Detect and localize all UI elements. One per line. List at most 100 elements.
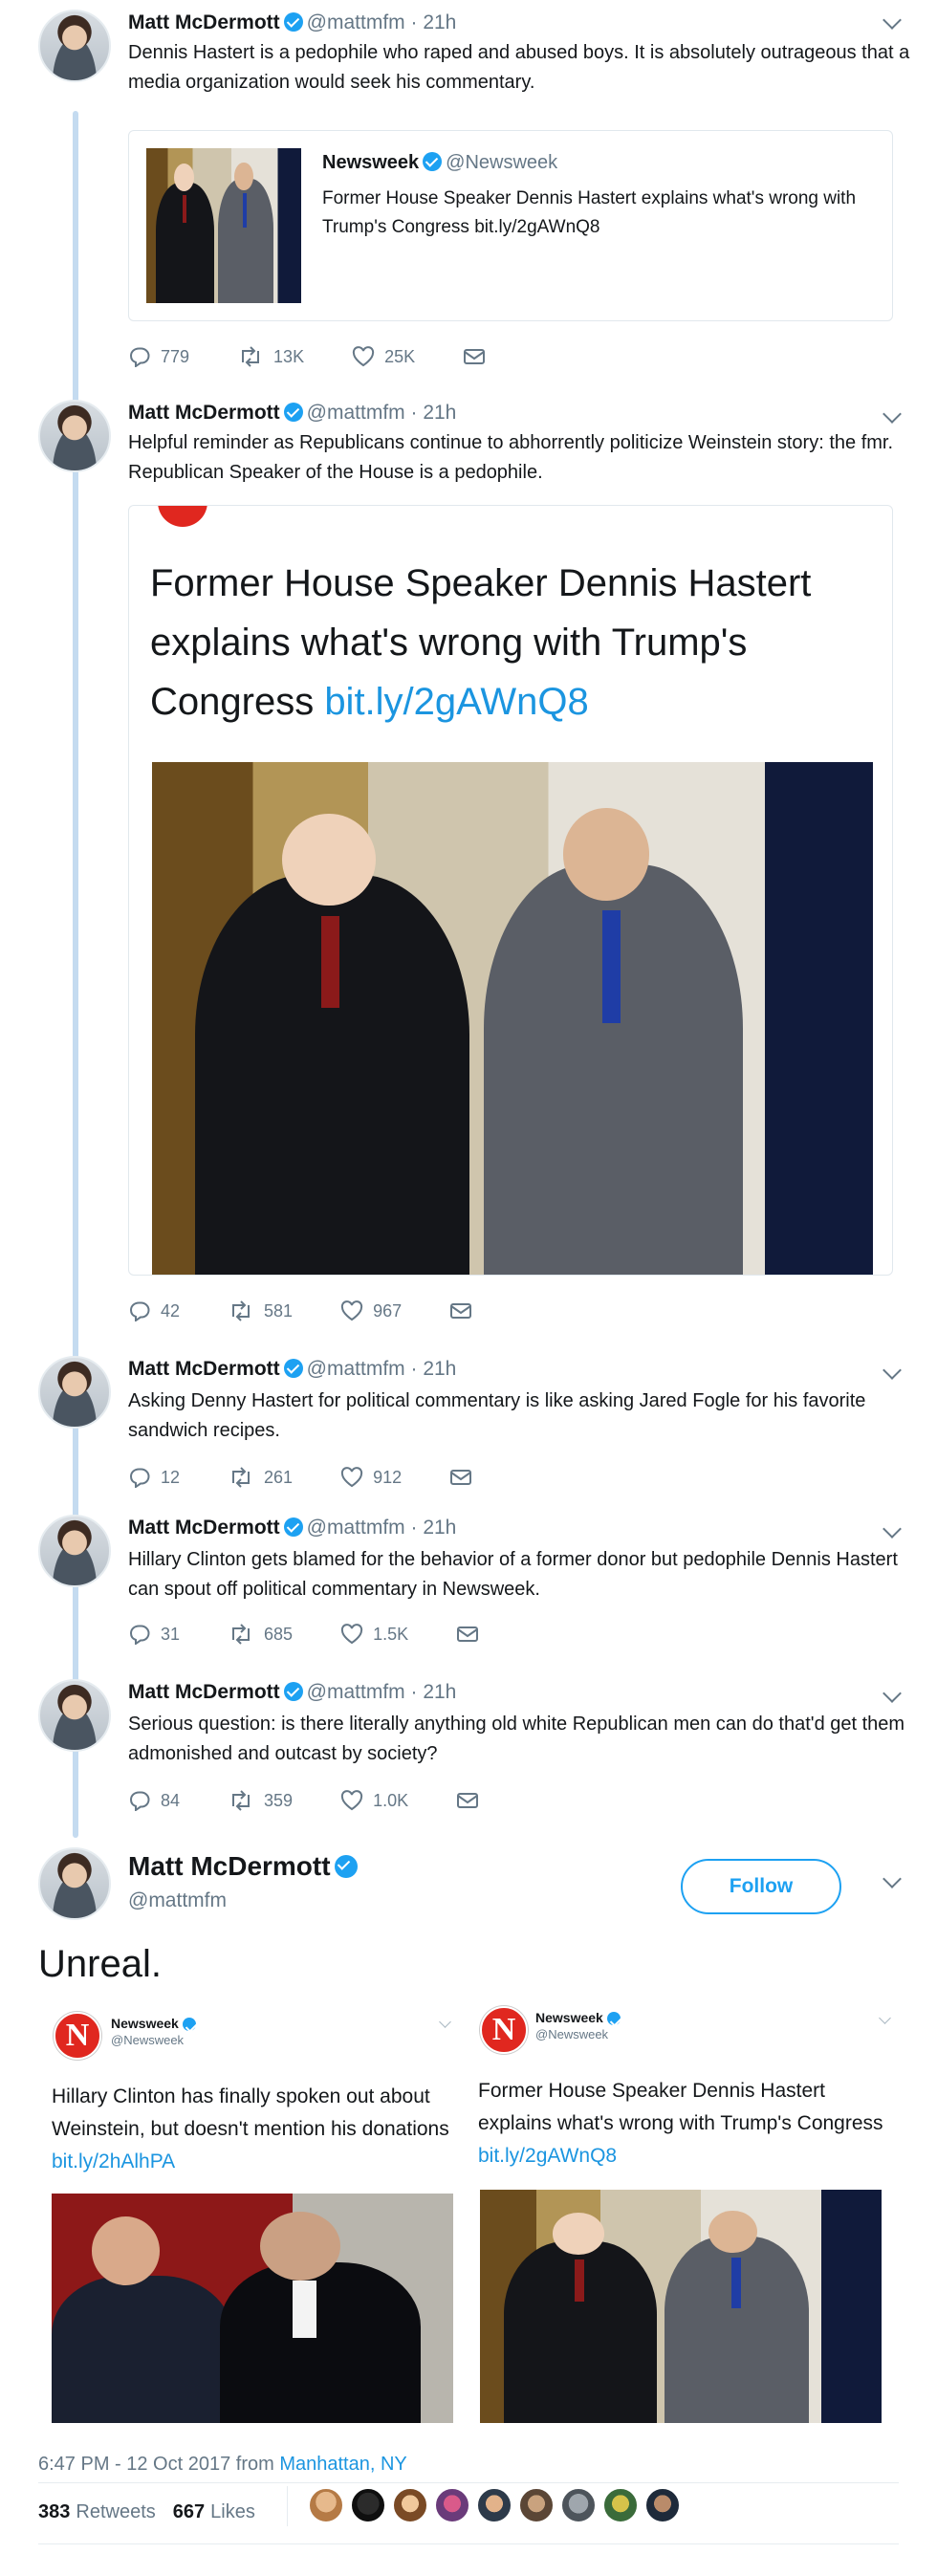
author-name[interactable]: Matt McDermott	[128, 402, 280, 424]
chevron-down-icon[interactable]	[883, 11, 902, 30]
retweet-button[interactable]: 581	[228, 1300, 293, 1321]
tweet-time[interactable]: · 21h	[411, 1358, 457, 1380]
tweet-time[interactable]: · 21h	[411, 1681, 457, 1703]
reply-icon	[129, 1301, 150, 1321]
message-button[interactable]	[449, 1301, 482, 1321]
card-link[interactable]: bit.ly/2gAWnQ8	[324, 681, 588, 723]
likes-label: Likes	[210, 2501, 255, 2522]
likes-stat[interactable]: 667 Likes	[173, 2501, 255, 2523]
reply-icon	[129, 1468, 150, 1488]
tweet-actions: 84 359 1.0K	[128, 1790, 536, 1811]
follow-button[interactable]: Follow	[681, 1859, 841, 1914]
quoted-author-name: Newsweek	[322, 152, 420, 173]
like-button[interactable]: 967	[340, 1300, 402, 1321]
like-count: 25K	[384, 346, 416, 366]
retweet-button[interactable]: 13K	[237, 346, 304, 367]
quoted-tweet[interactable]: Newsweek @Newsweek Former House Speaker D…	[128, 130, 893, 321]
liker-avatar[interactable]	[392, 2487, 428, 2523]
avatar[interactable]	[38, 10, 111, 82]
embed-author-handle: @Newsweek	[111, 2033, 185, 2047]
reply-button[interactable]: 12	[128, 1467, 180, 1488]
tweet-header: Matt McDermott @mattmfm · 21h	[128, 1517, 456, 1539]
author-handle[interactable]: @mattmfm	[307, 1681, 405, 1703]
reply-count: 12	[161, 1467, 181, 1487]
embed-link[interactable]: bit.ly/2gAWnQ8	[478, 2145, 617, 2167]
tweet-text: Dennis Hastert is a pedophile who raped …	[128, 42, 910, 93]
chevron-down-icon[interactable]	[883, 1519, 902, 1539]
retweet-count: 13K	[273, 346, 305, 366]
tweet-time[interactable]: · 21h	[411, 402, 457, 424]
author-name[interactable]: Matt McDermott	[128, 1681, 280, 1703]
embedded-tweet-right[interactable]: N Newsweek @Newsweek Former House Speake…	[474, 2002, 899, 2423]
liker-avatar[interactable]	[476, 2487, 512, 2523]
like-count: 912	[373, 1467, 403, 1487]
embed-link[interactable]: bit.ly/2hAlhPA	[52, 2150, 175, 2172]
verified-icon	[334, 1855, 358, 1878]
like-button[interactable]: 912	[340, 1467, 402, 1488]
author-name[interactable]: Matt McDermott	[128, 11, 280, 33]
chevron-down-icon[interactable]	[883, 1361, 902, 1380]
author-name[interactable]: Matt McDermott	[128, 1517, 280, 1539]
author-name[interactable]: Matt McDermott	[128, 1358, 280, 1380]
tweet-time[interactable]: · 21h	[411, 1517, 457, 1539]
avatar[interactable]	[38, 1515, 111, 1587]
chevron-down-icon[interactable]	[883, 1869, 902, 1888]
location-link[interactable]: Manhattan, NY	[279, 2454, 406, 2475]
message-button[interactable]	[456, 1791, 489, 1810]
message-button[interactable]	[456, 1625, 489, 1644]
retweet-button[interactable]: 261	[228, 1467, 293, 1488]
reply-icon	[129, 1625, 150, 1645]
main-avatar[interactable]	[38, 1847, 111, 1920]
tweet-time[interactable]: · 21h	[411, 11, 457, 33]
avatar[interactable]	[38, 1356, 111, 1429]
reply-button[interactable]: 779	[128, 346, 189, 367]
message-button[interactable]	[463, 347, 495, 366]
liker-avatar[interactable]	[518, 2487, 555, 2523]
main-author-handle[interactable]: @mattmfm	[128, 1889, 227, 1912]
like-button[interactable]: 1.5K	[340, 1624, 408, 1645]
avatar[interactable]	[38, 1679, 111, 1752]
reply-count: 84	[161, 1790, 181, 1810]
liker-avatar[interactable]	[308, 2487, 344, 2523]
chevron-down-icon[interactable]	[883, 1684, 902, 1703]
liker-avatar[interactable]	[644, 2487, 681, 2523]
avatar[interactable]	[38, 400, 111, 472]
retweets-stat[interactable]: 383 Retweets	[38, 2501, 156, 2523]
liker-avatar[interactable]	[560, 2487, 597, 2523]
tweet-text: Helpful reminder as Republicans continue…	[128, 432, 894, 483]
verified-icon	[606, 2012, 621, 2025]
timestamp-text[interactable]: 6:47 PM - 12 Oct 2017 from	[38, 2454, 279, 2475]
author-handle[interactable]: @mattmfm	[307, 11, 405, 33]
retweet-button[interactable]: 359	[228, 1790, 293, 1811]
liker-avatar[interactable]	[602, 2487, 639, 2523]
liker-avatar[interactable]	[350, 2487, 386, 2523]
embed-text: Former House Speaker Dennis Hastert expl…	[478, 2075, 889, 2172]
like-count: 967	[373, 1300, 403, 1321]
chevron-down-icon[interactable]	[883, 404, 902, 424]
stats-separator	[287, 2486, 288, 2526]
like-count: 1.0K	[373, 1790, 409, 1810]
author-handle[interactable]: @mattmfm	[307, 1517, 405, 1539]
retweet-icon	[242, 346, 260, 367]
reply-button[interactable]: 31	[128, 1624, 180, 1645]
retweet-button[interactable]: 685	[228, 1624, 293, 1645]
reply-button[interactable]: 84	[128, 1790, 180, 1811]
tweet-timestamp: 6:47 PM - 12 Oct 2017 from Manhattan, NY	[38, 2454, 407, 2476]
liker-avatar[interactable]	[434, 2487, 470, 2523]
link-card[interactable]: Former House Speaker Dennis Hastert expl…	[128, 505, 893, 1276]
tweet-text: Asking Denny Hastert for political comme…	[128, 1390, 866, 1441]
quoted-link[interactable]: bit.ly/2gAWnQ8	[474, 217, 599, 237]
embed-image	[52, 2194, 453, 2423]
message-button[interactable]	[449, 1468, 482, 1487]
main-author-name[interactable]: Matt McDermott	[128, 1851, 361, 1882]
chevron-down-icon	[879, 2012, 891, 2024]
like-button[interactable]: 25K	[352, 346, 415, 367]
author-handle[interactable]: @mattmfm	[307, 402, 405, 424]
verified-icon	[283, 1517, 303, 1537]
author-handle[interactable]: @mattmfm	[307, 1358, 405, 1380]
tweet-actions: 12 261 912	[128, 1467, 530, 1488]
verified-icon	[283, 403, 303, 422]
reply-button[interactable]: 42	[128, 1300, 180, 1321]
like-button[interactable]: 1.0K	[340, 1790, 408, 1811]
embedded-tweet-left[interactable]: N Newsweek @Newsweek Hillary Clinton has…	[38, 2002, 459, 2423]
